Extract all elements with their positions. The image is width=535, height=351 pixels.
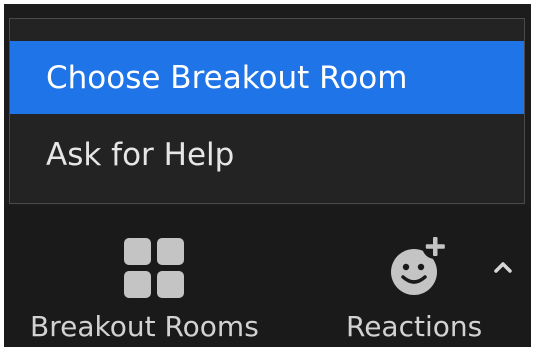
ask-for-help-menu-item[interactable]: Ask for Help [10, 118, 524, 191]
choose-breakout-room-menu-item[interactable]: Choose Breakout Room [10, 41, 524, 114]
zoom-meeting-window: Choose Breakout Room Ask for Help Breako… [4, 4, 531, 347]
meeting-toolbar: Breakout Rooms Reactions [4, 206, 531, 347]
smiley-plus-icon [391, 233, 448, 295]
breakout-rooms-button[interactable]: Breakout Rooms [4, 206, 304, 347]
reactions-button[interactable]: Reactions [324, 206, 494, 347]
grid-icon [124, 238, 184, 298]
breakout-rooms-label: Breakout Rooms [30, 310, 259, 343]
breakout-popup-menu: Choose Breakout Room Ask for Help [9, 18, 525, 204]
chevron-up-icon[interactable] [488, 252, 518, 282]
reactions-label: Reactions [346, 310, 483, 343]
